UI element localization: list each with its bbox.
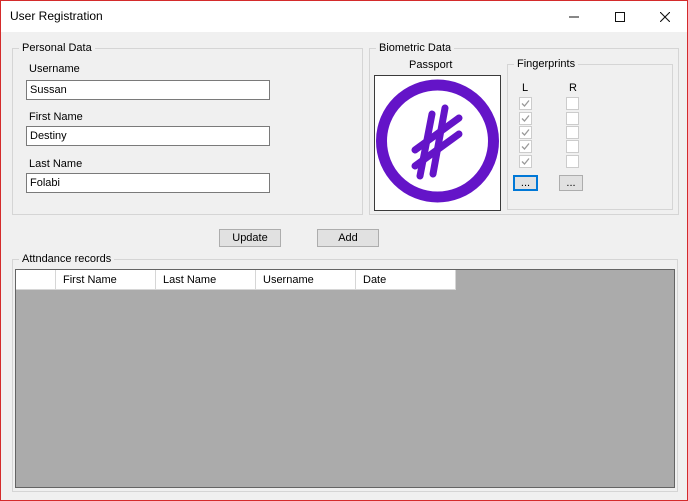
attendance-grid[interactable]: First Name Last Name Username Date (15, 269, 675, 488)
minimize-button[interactable] (551, 1, 597, 32)
right-finger-5-checkbox[interactable] (566, 155, 579, 168)
left-finger-3-checkbox[interactable] (519, 126, 532, 139)
window-title: User Registration (10, 9, 103, 23)
checkmark-icon (521, 115, 530, 122)
user-registration-window: User Registration Personal Data Username… (0, 0, 688, 501)
title-bar[interactable]: User Registration (1, 1, 687, 32)
minimize-icon (569, 16, 579, 17)
column-header-username[interactable]: Username (256, 270, 356, 290)
column-header-first-name[interactable]: First Name (56, 270, 156, 290)
passport-label: Passport (409, 59, 453, 71)
maximize-icon (615, 11, 625, 22)
right-finger-2-checkbox[interactable] (566, 112, 579, 125)
right-finger-1-checkbox[interactable] (566, 97, 579, 110)
grid-header: First Name Last Name Username Date (16, 270, 456, 290)
left-finger-2-checkbox[interactable] (519, 112, 532, 125)
close-icon (660, 11, 670, 22)
personal-data-label: Personal Data (19, 41, 95, 55)
left-finger-4-checkbox[interactable] (519, 140, 532, 153)
first-name-input[interactable] (26, 126, 270, 146)
checkmark-icon (521, 158, 530, 165)
left-finger-5-checkbox[interactable] (519, 155, 532, 168)
purple-circle-crossed-lines-icon (376, 79, 499, 203)
last-name-input[interactable] (26, 173, 270, 193)
add-button[interactable]: Add (317, 229, 379, 247)
username-label: Username (29, 63, 80, 75)
username-input[interactable] (26, 80, 270, 100)
fingerprints-label: Fingerprints (514, 57, 579, 71)
checkmark-icon (521, 100, 530, 107)
biometric-data-label: Biometric Data (376, 41, 455, 55)
left-hand-label: L (522, 82, 529, 94)
right-hand-label: R (569, 82, 577, 94)
row-header-column[interactable] (16, 270, 56, 290)
first-name-label: First Name (29, 111, 83, 123)
column-header-date[interactable]: Date (356, 270, 456, 290)
right-finger-3-checkbox[interactable] (566, 126, 579, 139)
checkmark-icon (521, 129, 530, 136)
passport-photo[interactable] (374, 75, 501, 211)
update-button[interactable]: Update (219, 229, 281, 247)
column-header-last-name[interactable]: Last Name (156, 270, 256, 290)
close-button[interactable] (642, 1, 688, 32)
attendance-records-label: Attndance records (19, 252, 115, 266)
right-fingerprint-scan-button[interactable]: ... (559, 175, 583, 191)
right-finger-4-checkbox[interactable] (566, 140, 579, 153)
last-name-label: Last Name (29, 158, 83, 170)
left-fingerprint-scan-button[interactable]: ... (513, 175, 538, 191)
left-finger-1-checkbox[interactable] (519, 97, 532, 110)
maximize-button[interactable] (597, 1, 643, 32)
checkmark-icon (521, 143, 530, 150)
